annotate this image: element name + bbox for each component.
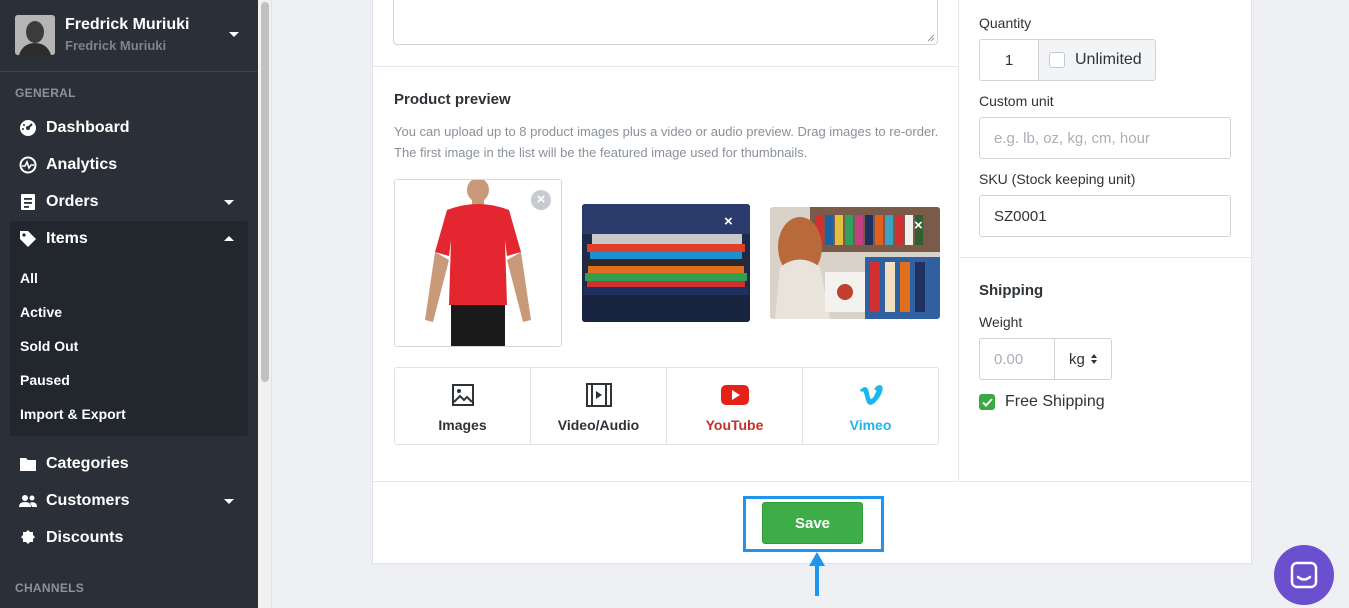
close-icon[interactable]: × xyxy=(531,190,551,210)
media-label-images: Images xyxy=(438,417,487,433)
pointer-arrow-icon xyxy=(809,552,825,596)
weight-group: 0.00 kg xyxy=(979,338,1112,380)
section-channels: CHANNELS xyxy=(15,581,85,595)
product-preview-description: You can upload up to 8 product images pl… xyxy=(394,124,939,160)
close-icon[interactable]: × xyxy=(914,217,923,234)
sidebar-subitem-all[interactable]: All xyxy=(20,270,38,286)
sidebar-item-dashboard[interactable]: Dashboard xyxy=(10,111,248,145)
chevron-down-icon[interactable] xyxy=(229,32,239,37)
sidebar-item-label: Analytics xyxy=(46,156,118,173)
sidebar-item-analytics[interactable]: Analytics xyxy=(10,148,248,182)
orders-icon xyxy=(18,192,38,212)
media-column: Product preview You can upload up to 8 p… xyxy=(373,0,959,481)
sidebar-subitem-paused[interactable]: Paused xyxy=(20,372,70,388)
weight-unit-select[interactable]: kg xyxy=(1055,338,1112,380)
people-icon xyxy=(18,491,38,511)
sidebar-item-label: Items xyxy=(46,230,88,247)
sidebar-item-label: Categories xyxy=(46,455,129,472)
add-youtube-button[interactable]: YouTube xyxy=(667,368,803,444)
unlimited-checkbox[interactable] xyxy=(1049,52,1065,68)
media-label-vimeo: Vimeo xyxy=(849,417,892,433)
scroll-thumb[interactable] xyxy=(261,2,269,382)
weight-unit-value: kg xyxy=(1069,350,1085,368)
youtube-icon xyxy=(720,382,749,408)
add-images-button[interactable]: Images xyxy=(395,368,531,444)
sidebar-item-discounts[interactable]: Discounts xyxy=(10,521,248,555)
sidebar: Fredrick Muriuki Fredrick Muriuki GENERA… xyxy=(0,0,258,608)
sidebar-scrollbar[interactable] xyxy=(258,0,272,608)
custom-unit-label: Custom unit xyxy=(979,93,1054,109)
select-arrows-icon xyxy=(1090,354,1097,364)
chevron-up-icon xyxy=(224,236,234,241)
checkmark-icon xyxy=(981,397,993,407)
section-general: GENERAL xyxy=(15,86,76,100)
user-menu[interactable]: Fredrick Muriuki Fredrick Muriuki xyxy=(0,0,258,72)
add-video-audio-button[interactable]: Video/Audio xyxy=(531,368,667,444)
sidebar-item-orders[interactable]: Orders xyxy=(10,185,248,219)
weight-label: Weight xyxy=(979,314,1023,330)
sidebar-item-label: Discounts xyxy=(46,529,124,546)
sku-label: SKU (Stock keeping unit) xyxy=(979,171,1136,187)
discount-icon xyxy=(18,528,38,548)
folder-icon xyxy=(18,454,38,474)
sidebar-item-label: Dashboard xyxy=(46,119,130,136)
quantity-label: Quantity xyxy=(979,15,1032,31)
description-textarea[interactable] xyxy=(393,0,938,45)
resize-grip-icon[interactable] xyxy=(927,34,935,42)
divider xyxy=(373,66,959,67)
quantity-input[interactable]: 1 xyxy=(979,39,1039,81)
sidebar-item-label: Orders xyxy=(46,193,99,210)
media-label-youtube: YouTube xyxy=(705,417,764,433)
product-image-featured[interactable]: × xyxy=(394,179,562,347)
dashboard-icon xyxy=(18,118,38,138)
add-vimeo-button[interactable]: Vimeo xyxy=(803,368,938,444)
free-shipping-label: Free Shipping xyxy=(1005,393,1105,410)
save-button[interactable]: Save xyxy=(762,502,863,544)
weight-input[interactable]: 0.00 xyxy=(979,338,1055,380)
media-type-selector: Images Video/Audio YouTube Vimeo xyxy=(394,367,939,445)
free-shipping-checkbox[interactable] xyxy=(979,394,995,410)
close-icon[interactable]: × xyxy=(724,213,733,230)
inventory-column: Quantity 1 Unlimited Custom unit e.g. lb… xyxy=(960,0,1253,481)
analytics-icon xyxy=(18,155,38,175)
sidebar-item-label: Customers xyxy=(46,492,130,509)
image-icon xyxy=(449,382,477,408)
custom-unit-input[interactable]: e.g. lb, oz, kg, cm, hour xyxy=(979,117,1231,159)
sidebar-item-items[interactable]: Items xyxy=(10,222,248,256)
chat-launcher-button[interactable] xyxy=(1274,545,1334,605)
shipping-title: Shipping xyxy=(979,282,1044,299)
unlimited-label: Unlimited xyxy=(1075,51,1142,68)
chevron-down-icon xyxy=(224,499,234,504)
sku-input[interactable]: SZ0001 xyxy=(979,195,1231,237)
product-image-3[interactable]: × xyxy=(770,207,940,319)
film-icon xyxy=(585,382,613,408)
media-label-video-audio: Video/Audio xyxy=(557,417,640,433)
sidebar-subitem-import-export[interactable]: Import & Export xyxy=(20,406,126,422)
product-image-2[interactable]: × xyxy=(582,204,750,322)
sidebar-item-customers[interactable]: Customers xyxy=(10,484,248,518)
sidebar-item-categories[interactable]: Categories xyxy=(10,447,248,481)
chevron-down-icon xyxy=(224,200,234,205)
vimeo-icon xyxy=(857,382,885,408)
unlimited-toggle[interactable]: Unlimited xyxy=(1039,39,1156,81)
product-preview-title: Product preview xyxy=(394,91,511,108)
product-form-card: Product preview You can upload up to 8 p… xyxy=(372,0,1253,564)
sidebar-subitem-active[interactable]: Active xyxy=(20,304,62,320)
avatar xyxy=(15,15,55,55)
user-subtitle: Fredrick Muriuki xyxy=(65,38,167,53)
divider xyxy=(960,257,1253,258)
tag-icon xyxy=(18,229,38,249)
footer-divider xyxy=(373,481,1251,482)
free-shipping-option[interactable]: Free Shipping xyxy=(979,393,1105,411)
sidebar-subitem-sold-out[interactable]: Sold Out xyxy=(20,338,78,354)
chat-icon xyxy=(1290,561,1318,589)
quantity-group: 1 Unlimited xyxy=(979,39,1156,81)
user-name: Fredrick Muriuki xyxy=(65,16,190,33)
